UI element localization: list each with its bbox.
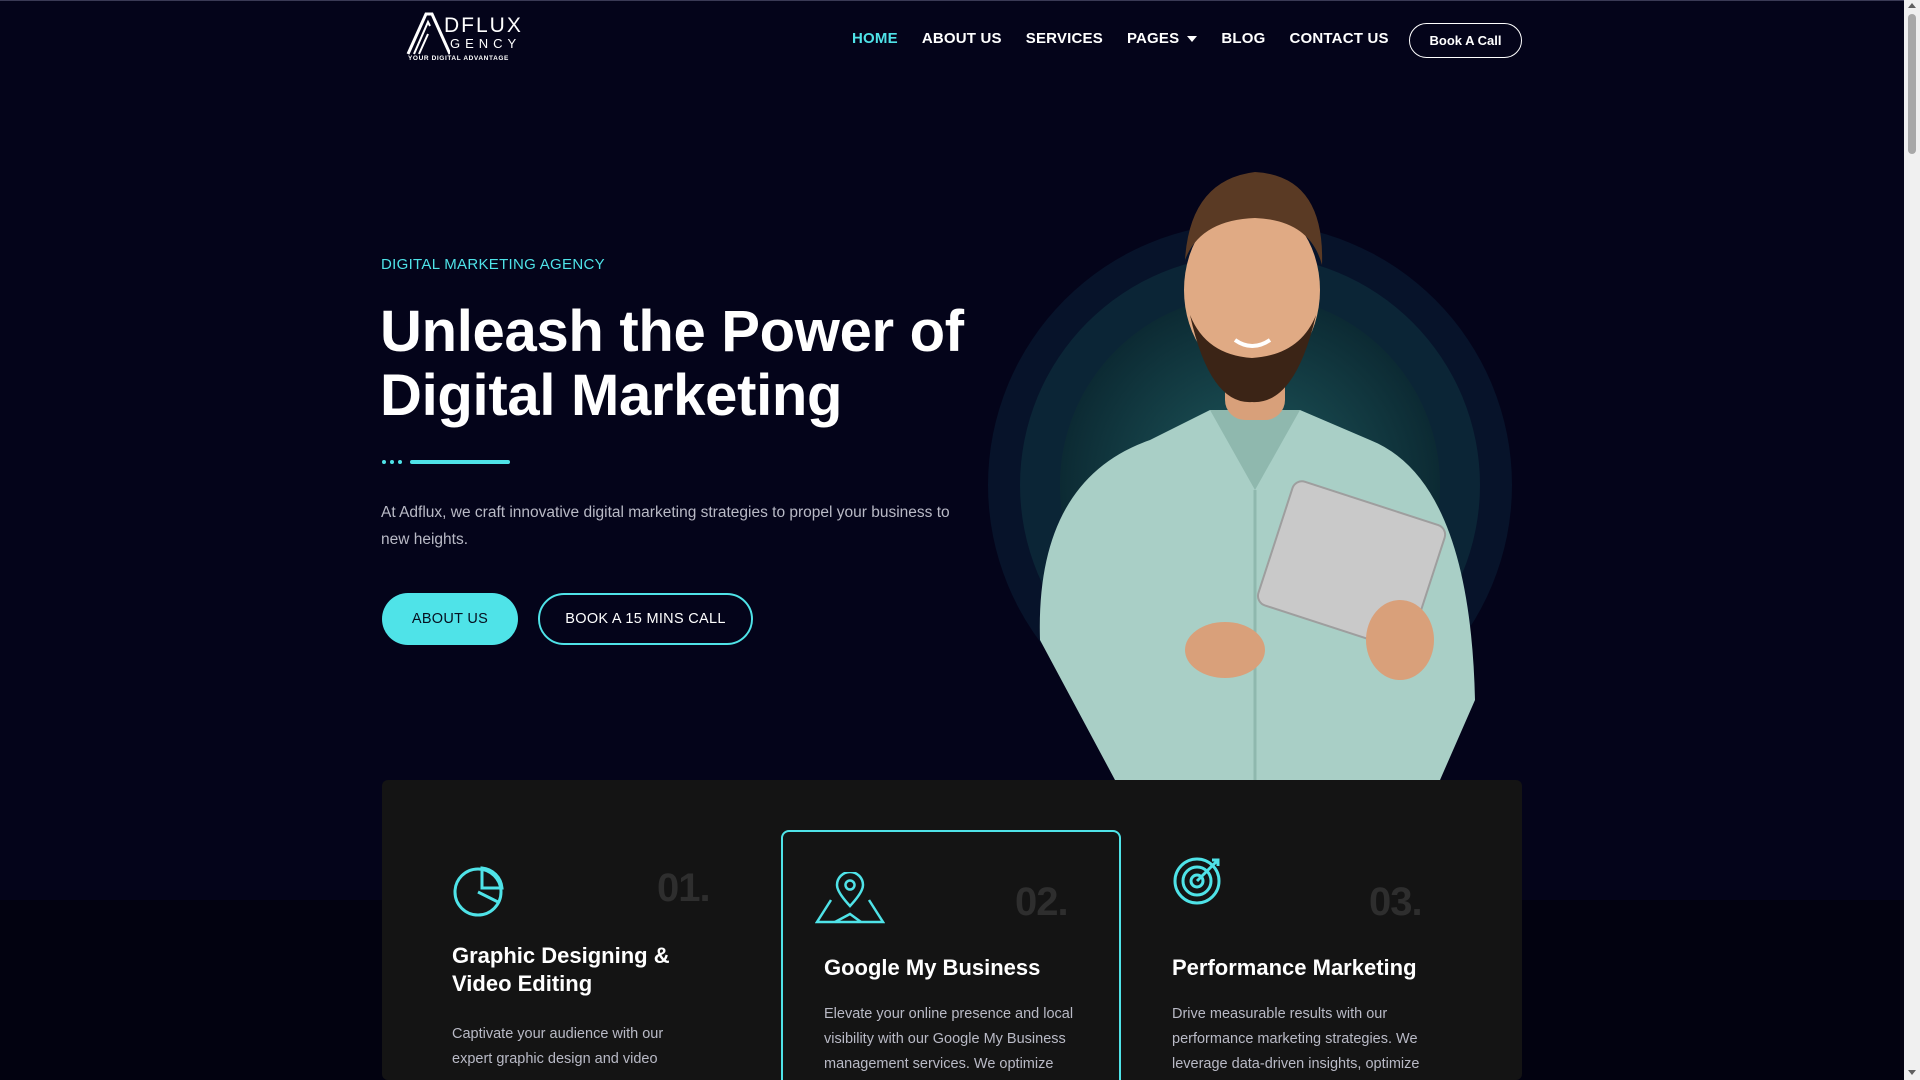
book-call-button[interactable]: BOOK A 15 MINS CALL	[538, 593, 753, 645]
pie-chart-icon	[453, 866, 504, 917]
service-description: Drive measurable results with our perfor…	[1172, 1006, 1420, 1072]
services-panel: 01. Graphic Designing & Video Editing Ca…	[382, 780, 1522, 1080]
service-card-google-my-business[interactable]: 02. Google My Business Elevate your onli…	[781, 830, 1121, 1080]
service-title: Google My Business	[824, 955, 1041, 980]
hero-person-image	[988, 172, 1512, 780]
main-nav: HOME ABOUT US SERVICES PAGES BLOG CONTAC…	[852, 30, 1413, 47]
service-description: Captivate your audience with our expert …	[452, 1026, 664, 1067]
about-us-button[interactable]: ABOUT US	[382, 593, 518, 645]
service-number: 03.	[1369, 880, 1423, 924]
scroll-down-arrow-icon[interactable]	[1908, 1070, 1916, 1075]
book-a-call-button[interactable]: Book A Call	[1409, 23, 1522, 58]
nav-contact-us[interactable]: CONTACT US	[1289, 30, 1388, 47]
service-title: Performance Marketing	[1172, 955, 1417, 980]
hero-divider	[382, 459, 510, 464]
service-title: Graphic Designing & Video Editing	[452, 943, 670, 996]
scroll-up-arrow-icon[interactable]	[1908, 3, 1916, 8]
service-number: 01.	[657, 866, 711, 910]
caret-down-icon	[1187, 36, 1198, 42]
nav-about-us[interactable]: ABOUT US	[922, 30, 1002, 47]
logo-tagline: YOUR DIGITAL ADVANTAGE	[408, 55, 509, 62]
logo[interactable]: DFLUX GENCY YOUR DIGITAL ADVANTAGE	[406, 12, 521, 66]
service-description: Elevate your online presence and local v…	[824, 1006, 1074, 1072]
site-header: DFLUX GENCY YOUR DIGITAL ADVANTAGE HOME …	[0, 0, 1904, 82]
scroll-thumb[interactable]	[1908, 14, 1916, 154]
nav-pages-label: PAGES	[1126, 30, 1180, 47]
vertical-scrollbar[interactable]	[1904, 0, 1920, 1080]
target-icon	[1173, 857, 1221, 905]
service-number: 02.	[1015, 880, 1069, 924]
nav-pages[interactable]: PAGES	[1126, 30, 1198, 47]
logo-wordmark: DFLUX	[444, 14, 523, 37]
hero-description: At Adflux, we craft innovative digital m…	[381, 504, 950, 548]
hero-title-line2: Digital Marketing	[380, 363, 843, 428]
nav-blog[interactable]: BLOG	[1221, 30, 1265, 47]
nav-home[interactable]: HOME	[852, 30, 898, 47]
logo-subword: GENCY	[450, 36, 522, 51]
map-pin-icon	[815, 872, 885, 924]
hero-title-line1: Unleash the Power of	[380, 299, 964, 364]
hero-title: Unleash the Power of Digital Marketing	[380, 300, 1000, 428]
hero-eyebrow: DIGITAL MARKETING AGENCY	[381, 256, 605, 273]
nav-services[interactable]: SERVICES	[1026, 30, 1103, 47]
